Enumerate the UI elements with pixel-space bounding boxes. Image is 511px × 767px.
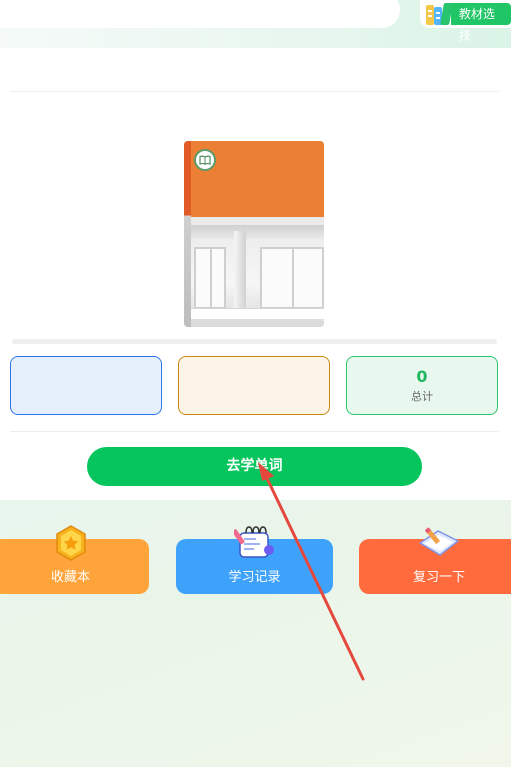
stat-box-total[interactable]: 0 总计 bbox=[346, 356, 498, 415]
material-select-button[interactable]: 教材选择 bbox=[420, 0, 511, 43]
favorites-label: 收藏本 bbox=[50, 570, 90, 585]
books-icon bbox=[426, 3, 455, 25]
review-note-icon bbox=[416, 525, 462, 563]
learn-words-button[interactable]: 去学单词 bbox=[87, 447, 422, 486]
main-card: 0 总计 去学单词 bbox=[0, 48, 511, 500]
open-book-icon bbox=[194, 149, 216, 171]
favorites-button[interactable]: 收藏本 bbox=[0, 525, 149, 594]
book-spine bbox=[184, 141, 191, 327]
review-button[interactable]: 复习一下 bbox=[359, 527, 511, 594]
textbook-cover[interactable] bbox=[184, 141, 324, 327]
notebook-icon bbox=[231, 525, 276, 565]
search-bar[interactable] bbox=[0, 0, 400, 28]
study-record-label: 学习记录 bbox=[228, 570, 281, 585]
material-select-label: 教材选择 bbox=[450, 3, 511, 43]
divider bbox=[10, 431, 499, 432]
star-badge-icon bbox=[54, 525, 88, 565]
stat-box-2[interactable] bbox=[178, 356, 330, 415]
divider bbox=[10, 91, 499, 92]
top-bar: 教材选择 bbox=[0, 0, 511, 48]
review-label: 复习一下 bbox=[412, 570, 465, 585]
book-cover-illustration bbox=[184, 217, 324, 327]
progress-bar bbox=[12, 339, 497, 344]
stat-total-label: 总计 bbox=[411, 390, 433, 403]
stat-box-1[interactable] bbox=[10, 356, 162, 415]
stat-total-value: 0 bbox=[416, 367, 428, 386]
study-record-button[interactable]: 学习记录 bbox=[176, 526, 333, 594]
